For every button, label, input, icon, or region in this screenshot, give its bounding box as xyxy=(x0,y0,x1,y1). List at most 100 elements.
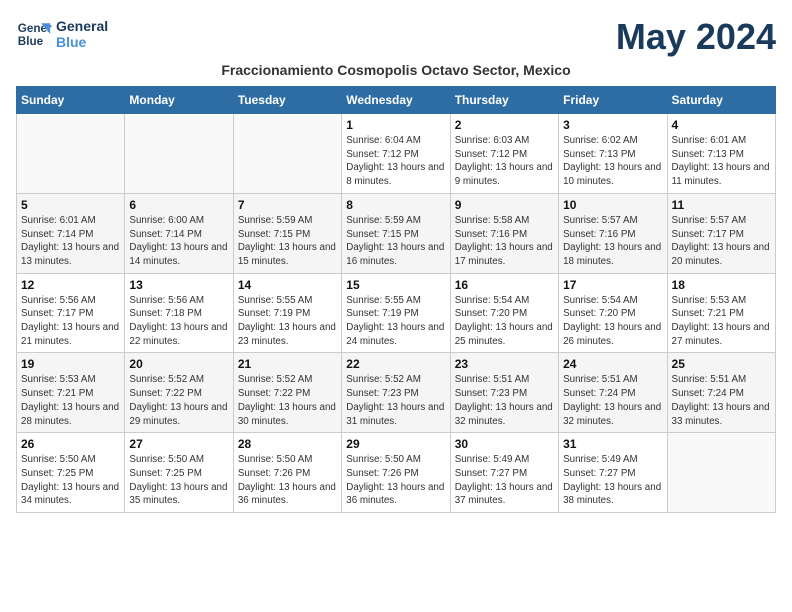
calendar-cell: 14 Sunrise: 5:55 AM Sunset: 7:19 PM Dayli… xyxy=(233,273,341,353)
day-info: Sunrise: 5:53 AM Sunset: 7:21 PM Dayligh… xyxy=(21,373,120,428)
calendar-cell: 11 Sunrise: 5:57 AM Sunset: 7:17 PM Dayli… xyxy=(667,193,775,273)
calendar-cell xyxy=(667,433,775,513)
calendar-cell xyxy=(17,114,125,194)
page-subtitle: Fraccionamiento Cosmopolis Octavo Sector… xyxy=(16,62,776,78)
day-number: 15 xyxy=(346,278,445,292)
day-number: 24 xyxy=(563,357,662,371)
day-info: Sunrise: 5:52 AM Sunset: 7:22 PM Dayligh… xyxy=(129,373,228,428)
logo-text2: Blue xyxy=(56,34,108,50)
calendar-cell: 13 Sunrise: 5:56 AM Sunset: 7:18 PM Dayli… xyxy=(125,273,233,353)
logo-icon: General Blue xyxy=(16,16,52,52)
day-header-monday: Monday xyxy=(125,87,233,114)
day-info: Sunrise: 5:57 AM Sunset: 7:16 PM Dayligh… xyxy=(563,214,662,269)
day-info: Sunrise: 5:50 AM Sunset: 7:26 PM Dayligh… xyxy=(238,453,337,508)
day-number: 16 xyxy=(455,278,554,292)
day-info: Sunrise: 5:55 AM Sunset: 7:19 PM Dayligh… xyxy=(238,294,337,349)
day-info: Sunrise: 5:54 AM Sunset: 7:20 PM Dayligh… xyxy=(563,294,662,349)
calendar-cell: 3 Sunrise: 6:02 AM Sunset: 7:13 PM Daylig… xyxy=(559,114,667,194)
day-info: Sunrise: 5:52 AM Sunset: 7:23 PM Dayligh… xyxy=(346,373,445,428)
calendar-header-row: SundayMondayTuesdayWednesdayThursdayFrid… xyxy=(17,87,776,114)
day-number: 3 xyxy=(563,118,662,132)
calendar-cell: 18Sunrise: 5:53 AM Sunset: 7:21 PM Dayli… xyxy=(667,273,775,353)
day-info: Sunrise: 5:58 AM Sunset: 7:16 PM Dayligh… xyxy=(455,214,554,269)
day-info: Sunrise: 5:54 AM Sunset: 7:20 PM Dayligh… xyxy=(455,294,554,349)
calendar-week-row: 12Sunrise: 5:56 AM Sunset: 7:17 PM Dayli… xyxy=(17,273,776,353)
calendar-cell: 9 Sunrise: 5:58 AM Sunset: 7:16 PM Daylig… xyxy=(450,193,558,273)
day-number: 27 xyxy=(129,437,228,451)
day-info: Sunrise: 6:01 AM Sunset: 7:14 PM Dayligh… xyxy=(21,214,120,269)
day-header-tuesday: Tuesday xyxy=(233,87,341,114)
day-number: 21 xyxy=(238,357,337,371)
day-info: Sunrise: 6:03 AM Sunset: 7:12 PM Dayligh… xyxy=(455,134,554,189)
day-number: 26 xyxy=(21,437,120,451)
calendar-cell: 21 Sunrise: 5:52 AM Sunset: 7:22 PM Dayli… xyxy=(233,353,341,433)
calendar-cell: 10 Sunrise: 5:57 AM Sunset: 7:16 PM Dayli… xyxy=(559,193,667,273)
day-number: 25 xyxy=(672,357,771,371)
calendar-week-row: 26 Sunrise: 5:50 AM Sunset: 7:25 PM Dayli… xyxy=(17,433,776,513)
calendar-cell: 8Sunrise: 5:59 AM Sunset: 7:15 PM Daylig… xyxy=(342,193,450,273)
calendar-cell: 25 Sunrise: 5:51 AM Sunset: 7:24 PM Dayli… xyxy=(667,353,775,433)
logo: General Blue General Blue xyxy=(16,16,108,52)
calendar-cell: 15Sunrise: 5:55 AM Sunset: 7:19 PM Dayli… xyxy=(342,273,450,353)
day-number: 30 xyxy=(455,437,554,451)
calendar-cell: 26 Sunrise: 5:50 AM Sunset: 7:25 PM Dayli… xyxy=(17,433,125,513)
day-info: Sunrise: 6:04 AM Sunset: 7:12 PM Dayligh… xyxy=(346,134,445,189)
calendar-cell: 29 Sunrise: 5:50 AM Sunset: 7:26 PM Dayli… xyxy=(342,433,450,513)
calendar-cell: 2 Sunrise: 6:03 AM Sunset: 7:12 PM Daylig… xyxy=(450,114,558,194)
calendar-cell: 6Sunrise: 6:00 AM Sunset: 7:14 PM Daylig… xyxy=(125,193,233,273)
day-info: Sunrise: 5:50 AM Sunset: 7:25 PM Dayligh… xyxy=(21,453,120,508)
day-number: 11 xyxy=(672,198,771,212)
calendar-cell: 12Sunrise: 5:56 AM Sunset: 7:17 PM Dayli… xyxy=(17,273,125,353)
day-header-saturday: Saturday xyxy=(667,87,775,114)
day-number: 22 xyxy=(346,357,445,371)
calendar-week-row: 1 Sunrise: 6:04 AM Sunset: 7:12 PM Daylig… xyxy=(17,114,776,194)
day-info: Sunrise: 6:01 AM Sunset: 7:13 PM Dayligh… xyxy=(672,134,771,189)
day-number: 20 xyxy=(129,357,228,371)
day-number: 1 xyxy=(346,118,445,132)
day-number: 23 xyxy=(455,357,554,371)
calendar-cell: 7 Sunrise: 5:59 AM Sunset: 7:15 PM Daylig… xyxy=(233,193,341,273)
day-number: 28 xyxy=(238,437,337,451)
logo-text: General xyxy=(56,18,108,34)
calendar-cell: 20 Sunrise: 5:52 AM Sunset: 7:22 PM Dayli… xyxy=(125,353,233,433)
day-number: 9 xyxy=(455,198,554,212)
calendar-cell xyxy=(125,114,233,194)
page-header: General Blue General Blue May 2024 xyxy=(16,16,776,58)
calendar-cell: 19 Sunrise: 5:53 AM Sunset: 7:21 PM Dayli… xyxy=(17,353,125,433)
day-number: 4 xyxy=(672,118,771,132)
day-info: Sunrise: 5:56 AM Sunset: 7:17 PM Dayligh… xyxy=(21,294,120,349)
day-info: Sunrise: 5:57 AM Sunset: 7:17 PM Dayligh… xyxy=(672,214,771,269)
calendar-cell: 31Sunrise: 5:49 AM Sunset: 7:27 PM Dayli… xyxy=(559,433,667,513)
calendar-week-row: 19 Sunrise: 5:53 AM Sunset: 7:21 PM Dayli… xyxy=(17,353,776,433)
day-number: 18 xyxy=(672,278,771,292)
day-number: 7 xyxy=(238,198,337,212)
day-info: Sunrise: 5:50 AM Sunset: 7:26 PM Dayligh… xyxy=(346,453,445,508)
day-info: Sunrise: 5:59 AM Sunset: 7:15 PM Dayligh… xyxy=(346,214,445,269)
day-info: Sunrise: 5:59 AM Sunset: 7:15 PM Dayligh… xyxy=(238,214,337,269)
day-info: Sunrise: 5:51 AM Sunset: 7:24 PM Dayligh… xyxy=(563,373,662,428)
calendar-cell: 5Sunrise: 6:01 AM Sunset: 7:14 PM Daylig… xyxy=(17,193,125,273)
calendar-cell: 22 Sunrise: 5:52 AM Sunset: 7:23 PM Dayli… xyxy=(342,353,450,433)
calendar-cell xyxy=(233,114,341,194)
day-header-wednesday: Wednesday xyxy=(342,87,450,114)
day-number: 14 xyxy=(238,278,337,292)
day-info: Sunrise: 5:49 AM Sunset: 7:27 PM Dayligh… xyxy=(455,453,554,508)
day-info: Sunrise: 6:02 AM Sunset: 7:13 PM Dayligh… xyxy=(563,134,662,189)
day-info: Sunrise: 5:51 AM Sunset: 7:24 PM Dayligh… xyxy=(672,373,771,428)
calendar-cell: 4 Sunrise: 6:01 AM Sunset: 7:13 PM Daylig… xyxy=(667,114,775,194)
calendar-cell: 1 Sunrise: 6:04 AM Sunset: 7:12 PM Daylig… xyxy=(342,114,450,194)
day-info: Sunrise: 5:49 AM Sunset: 7:27 PM Dayligh… xyxy=(563,453,662,508)
day-info: Sunrise: 5:50 AM Sunset: 7:25 PM Dayligh… xyxy=(129,453,228,508)
calendar-cell: 16 Sunrise: 5:54 AM Sunset: 7:20 PM Dayli… xyxy=(450,273,558,353)
day-number: 10 xyxy=(563,198,662,212)
day-number: 2 xyxy=(455,118,554,132)
day-info: Sunrise: 5:52 AM Sunset: 7:22 PM Dayligh… xyxy=(238,373,337,428)
month-title: May 2024 xyxy=(616,16,776,58)
day-info: Sunrise: 6:00 AM Sunset: 7:14 PM Dayligh… xyxy=(129,214,228,269)
day-number: 19 xyxy=(21,357,120,371)
calendar-cell: 17 Sunrise: 5:54 AM Sunset: 7:20 PM Dayli… xyxy=(559,273,667,353)
day-number: 17 xyxy=(563,278,662,292)
day-info: Sunrise: 5:56 AM Sunset: 7:18 PM Dayligh… xyxy=(129,294,228,349)
day-number: 13 xyxy=(129,278,228,292)
day-number: 29 xyxy=(346,437,445,451)
